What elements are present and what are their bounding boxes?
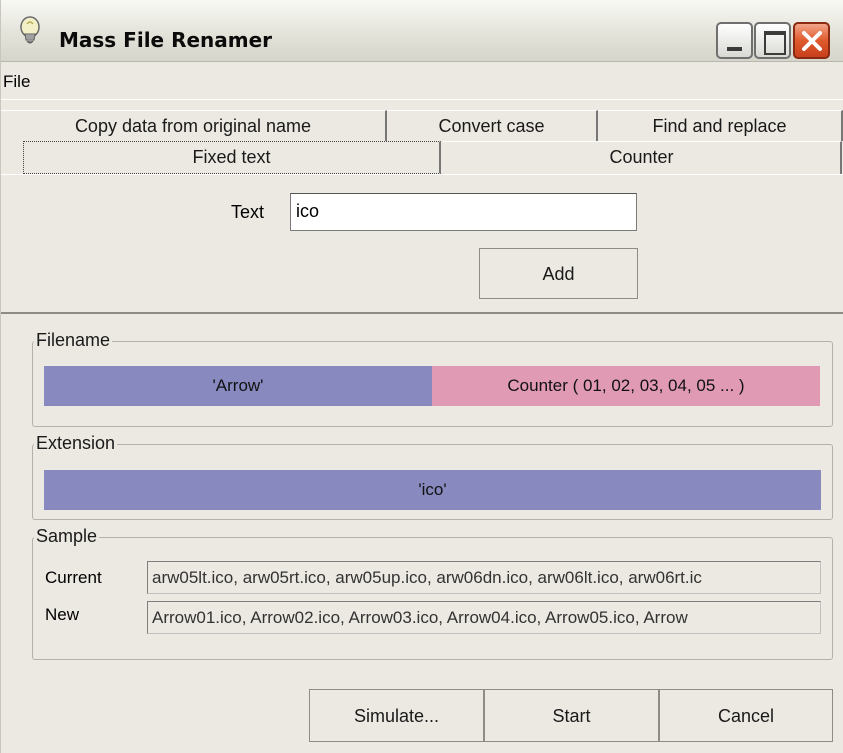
sample-legend: Sample bbox=[34, 526, 100, 547]
text-label: Text bbox=[231, 202, 265, 222]
current-sample-field: arw05lt.ico, arw05rt.ico, arw05up.ico, a… bbox=[147, 561, 821, 594]
extension-segment[interactable]: 'ico' bbox=[44, 470, 821, 510]
current-label: Current bbox=[45, 568, 102, 587]
maximize-button[interactable] bbox=[754, 22, 791, 59]
minimize-button[interactable] bbox=[716, 22, 753, 59]
tab-find-replace[interactable]: Find and replace bbox=[598, 110, 843, 141]
cancel-button[interactable]: Cancel bbox=[659, 689, 833, 742]
close-button[interactable] bbox=[793, 22, 830, 59]
menu-file[interactable]: File bbox=[3, 72, 30, 92]
tab-fixed-text[interactable]: Fixed text bbox=[23, 141, 441, 174]
close-icon bbox=[802, 31, 822, 51]
filename-segment-counter[interactable]: Counter ( 01, 02, 03, 04, 05 ... ) bbox=[432, 366, 820, 406]
filename-segment-fixed-text[interactable]: 'Arrow' bbox=[44, 366, 432, 406]
app-window: Mass File Renamer File Copy data from or… bbox=[0, 0, 843, 753]
new-label: New bbox=[45, 605, 80, 624]
lightbulb-icon bbox=[15, 14, 49, 48]
simulate-button[interactable]: Simulate... bbox=[309, 689, 484, 742]
filename-legend: Filename bbox=[34, 330, 113, 351]
sample-group bbox=[32, 537, 833, 660]
title-bar[interactable]: Mass File Renamer bbox=[1, 0, 843, 62]
text-input[interactable]: ico bbox=[290, 193, 637, 231]
window-title: Mass File Renamer bbox=[59, 28, 273, 52]
add-button[interactable]: Add bbox=[479, 248, 638, 299]
menu-bar: File bbox=[1, 64, 843, 100]
tab-convert-case[interactable]: Convert case bbox=[387, 110, 598, 141]
tab-counter[interactable]: Counter bbox=[443, 141, 842, 174]
new-sample-field: Arrow01.ico, Arrow02.ico, Arrow03.ico, A… bbox=[147, 601, 821, 634]
extension-legend: Extension bbox=[34, 433, 118, 454]
tab-copy-data[interactable]: Copy data from original name bbox=[1, 110, 387, 141]
start-button[interactable]: Start bbox=[484, 689, 659, 742]
